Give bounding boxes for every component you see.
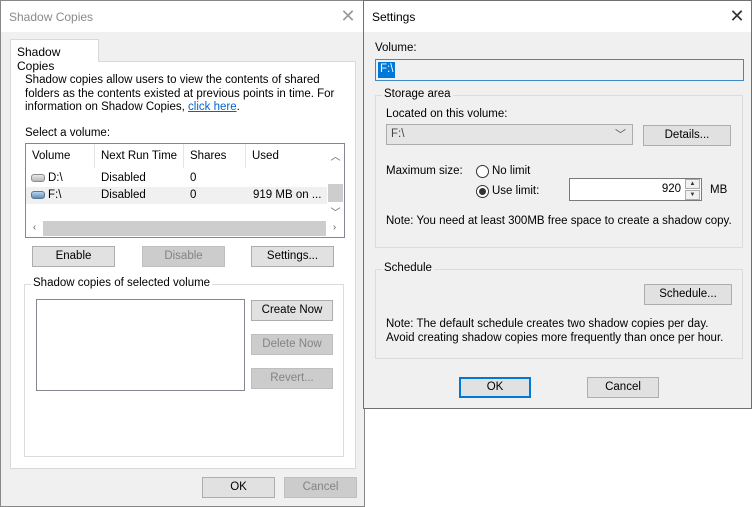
revert-button[interactable]: Revert... xyxy=(251,368,333,389)
select-volume-label: Select a volume: xyxy=(25,127,111,139)
description-text: Shadow copies allow users to view the co… xyxy=(25,74,335,113)
spin-up-icon[interactable]: ▲ xyxy=(685,179,700,189)
table-row[interactable]: F:\ Disabled 0 919 MB on ... xyxy=(26,187,328,204)
horizontal-scroll-thumb[interactable] xyxy=(43,221,326,236)
description: Shadow copies allow users to view the co… xyxy=(25,74,350,115)
enable-button[interactable]: Enable xyxy=(32,246,115,267)
use-limit-label[interactable]: Use limit: xyxy=(492,185,539,197)
storage-note: Note: You need at least 300MB free space… xyxy=(386,215,732,227)
schedule-group: Schedule xyxy=(375,262,743,359)
scroll-left-icon[interactable]: ‹ xyxy=(26,222,43,233)
storage-volume-dropdown[interactable]: F:\ ﹀ xyxy=(386,124,633,145)
click-here-link[interactable]: click here xyxy=(188,101,237,113)
cell-next-run-time: Disabled xyxy=(101,189,146,201)
shadow-copies-list[interactable] xyxy=(36,299,245,391)
create-now-button[interactable]: Create Now xyxy=(251,300,333,321)
tab-panel: Shadow copies allow users to view the co… xyxy=(10,61,356,469)
shadow-copies-group: Shadow copies of selected volume Create … xyxy=(24,277,344,457)
located-on-volume-label: Located on this volume: xyxy=(386,108,508,120)
ok-button[interactable]: OK xyxy=(202,477,275,498)
chevron-down-icon: ﹀ xyxy=(615,129,626,141)
group-title: Schedule xyxy=(382,262,434,274)
table-row[interactable]: D:\ Disabled 0 xyxy=(26,170,328,187)
drive-icon xyxy=(31,174,45,182)
schedule-note: Note: The default schedule creates two s… xyxy=(386,318,724,344)
vertical-scroll-thumb[interactable] xyxy=(328,184,343,202)
scroll-down-icon[interactable]: ﹀ xyxy=(327,204,344,219)
cell-volume: D:\ xyxy=(48,172,63,184)
limit-spinbox[interactable]: 920 ▲ ▼ xyxy=(569,178,702,201)
tab-shadow-copies[interactable]: Shadow Copies xyxy=(10,39,99,73)
limit-unit: MB xyxy=(710,184,728,196)
close-icon[interactable]: ✕ xyxy=(727,6,747,26)
column-header-next-run-time[interactable]: Next Run Time xyxy=(95,144,184,168)
maximum-size-label: Maximum size: xyxy=(386,165,463,177)
no-limit-label[interactable]: No limit xyxy=(492,165,530,177)
volume-label: Volume: xyxy=(375,42,417,54)
disable-button[interactable]: Disable xyxy=(142,246,225,267)
group-title: Storage area xyxy=(382,88,453,100)
storage-volume-value: F:\ xyxy=(391,128,405,140)
dialog-title: Shadow Copies xyxy=(9,10,94,24)
shadow-copies-dialog: Shadow Copies ✕ Shadow Copies Shadow cop… xyxy=(0,0,365,507)
cell-used: 919 MB on ... xyxy=(253,189,322,201)
scroll-right-icon[interactable]: › xyxy=(326,222,343,233)
title-bar: Shadow Copies ✕ xyxy=(1,1,364,32)
cell-volume: F:\ xyxy=(48,189,62,201)
ok-button[interactable]: OK xyxy=(459,377,531,398)
column-header-volume[interactable]: Volume xyxy=(26,144,95,168)
group-title: Shadow copies of selected volume xyxy=(31,277,213,289)
limit-value[interactable]: 920 xyxy=(662,183,681,195)
spin-down-icon[interactable]: ▼ xyxy=(685,190,700,200)
volume-value: F:\ xyxy=(378,62,396,78)
delete-now-button[interactable]: Delete Now xyxy=(251,334,333,355)
drive-icon xyxy=(31,191,45,199)
dialog-title: Settings xyxy=(372,10,416,24)
no-limit-radio[interactable] xyxy=(476,165,489,178)
cancel-button[interactable]: Cancel xyxy=(284,477,357,498)
column-header-shares[interactable]: Shares xyxy=(184,144,246,168)
horizontal-scrollbar[interactable]: ‹ › xyxy=(26,220,344,237)
scroll-up-icon[interactable]: ︿ xyxy=(327,148,344,163)
close-icon[interactable]: ✕ xyxy=(338,6,358,26)
settings-dialog: Settings ✕ Volume: F:\ Storage area Loca… xyxy=(363,0,752,409)
volume-field[interactable]: F:\ xyxy=(375,59,744,81)
settings-button[interactable]: Settings... xyxy=(251,246,334,267)
cell-next-run-time: Disabled xyxy=(101,172,146,184)
vertical-scrollbar[interactable]: ︿ ﹀ xyxy=(327,144,344,220)
use-limit-radio[interactable] xyxy=(476,185,489,198)
details-button[interactable]: Details... xyxy=(643,125,731,146)
title-bar: Settings ✕ xyxy=(364,1,751,32)
schedule-button[interactable]: Schedule... xyxy=(644,284,732,305)
cell-shares: 0 xyxy=(190,189,197,201)
cancel-button[interactable]: Cancel xyxy=(587,377,659,398)
volume-list[interactable]: Volume Next Run Time Shares Used D:\ Dis… xyxy=(25,143,345,238)
list-header: Volume Next Run Time Shares Used xyxy=(26,144,328,168)
description-end: . xyxy=(236,101,240,113)
column-header-used[interactable]: Used xyxy=(246,144,328,168)
cell-shares: 0 xyxy=(190,172,197,184)
